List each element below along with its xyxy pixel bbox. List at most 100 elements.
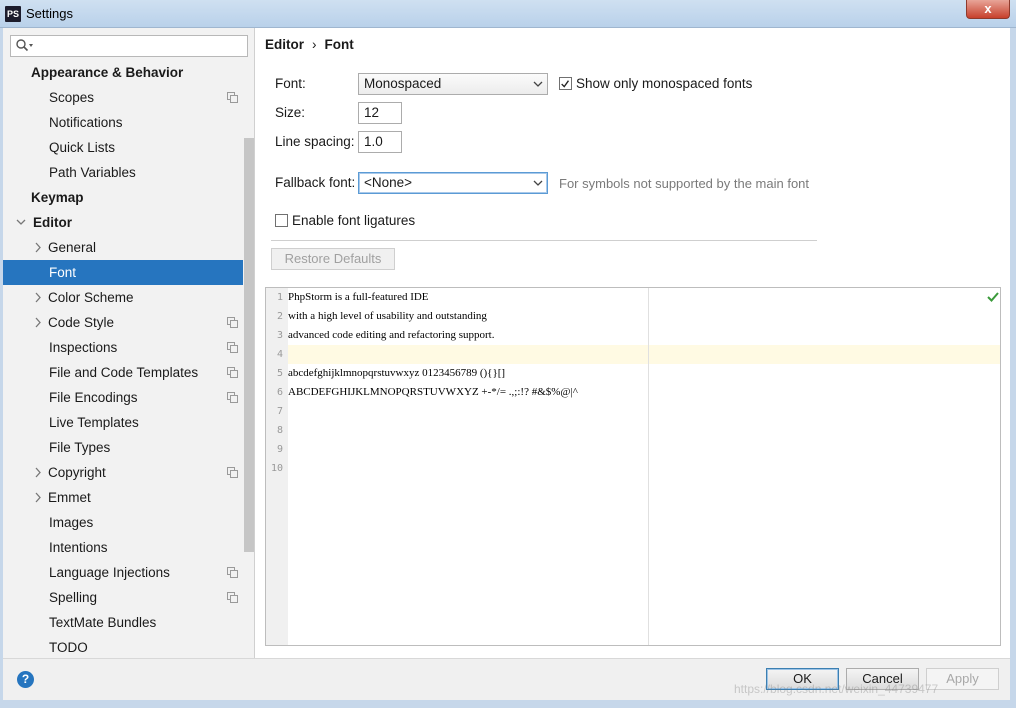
preview-code-text: PhpStorm is a full-featured IDE <box>288 291 429 303</box>
chevron-right-icon[interactable] <box>32 460 44 485</box>
search-icon[interactable] <box>15 38 35 54</box>
preview-line: 6 ABCDEFGHIJKLMNOPQRSTUVWXYZ +-*/= .,;:!?… <box>266 383 1000 402</box>
sidebar-item-label: Live Templates <box>49 415 139 430</box>
line-number: 10 <box>270 463 283 474</box>
breadcrumb-separator: › <box>312 37 317 52</box>
sidebar-item-path-variables[interactable]: Path Variables <box>3 160 243 185</box>
sidebar-item-label: Code Style <box>48 315 115 330</box>
sidebar-item-keymap[interactable]: Keymap <box>3 185 243 210</box>
project-scope-icon <box>227 342 238 353</box>
project-scope-icon <box>227 367 238 378</box>
sidebar-item-quick-lists[interactable]: Quick Lists <box>3 135 243 160</box>
sidebar-item-font[interactable]: Font <box>3 260 243 285</box>
show-monospaced-label[interactable]: Show only monospaced fonts <box>576 76 752 91</box>
settings-tree: Appearance & Behavior Scopes Notifications… <box>3 60 243 660</box>
line-number: 5 <box>276 368 283 379</box>
search-box[interactable] <box>10 35 248 57</box>
sidebar-item-label: File Types <box>49 440 111 455</box>
sidebar-item-copyright[interactable]: Copyright <box>3 460 243 485</box>
sidebar-item-label: Inspections <box>49 340 118 355</box>
sidebar-item-label: Scopes <box>49 90 95 105</box>
chevron-down-icon <box>533 81 543 87</box>
sidebar-item-todo[interactable]: TODO <box>3 635 243 660</box>
font-combobox[interactable]: Monospaced <box>358 73 548 95</box>
sidebar-item-language-injections[interactable]: Language Injections <box>3 560 243 585</box>
preview-code-text: with a high level of usability and outst… <box>288 310 487 322</box>
sidebar-item-label: File Encodings <box>49 390 138 405</box>
line-number: 6 <box>276 387 283 398</box>
title-bar[interactable]: PS Settings x <box>0 0 1016 28</box>
sidebar-item-file-and-code-templates[interactable]: File and Code Templates <box>3 360 243 385</box>
chevron-right-icon[interactable] <box>32 485 44 510</box>
sidebar-item-scopes[interactable]: Scopes <box>3 85 243 110</box>
preview-line: 10 <box>266 459 1000 478</box>
sidebar-item-code-style[interactable]: Code Style <box>3 310 243 335</box>
chevron-right-icon[interactable] <box>32 310 44 335</box>
window-frame-bottom <box>0 700 1016 708</box>
inspection-ok-icon[interactable] <box>986 290 1000 304</box>
font-preview-editor[interactable]: 1 PhpStorm is a full-featured IDE 2 with a … <box>265 287 1001 646</box>
preview-line: 3 advanced code editing and refactoring s… <box>266 326 1000 345</box>
preview-code-text: advanced code editing and refactoring su… <box>288 329 495 341</box>
sidebar-item-notifications[interactable]: Notifications <box>3 110 243 135</box>
sidebar-item-label: Quick Lists <box>49 140 116 155</box>
close-window-button[interactable]: x <box>966 0 1010 19</box>
project-scope-icon <box>227 392 238 403</box>
sidebar-item-color-scheme[interactable]: Color Scheme <box>3 285 243 310</box>
help-button[interactable]: ? <box>17 671 34 688</box>
sidebar-item-label: Font <box>49 265 77 280</box>
size-field[interactable]: 12 <box>358 102 402 124</box>
sidebar-item-appearance-behavior[interactable]: Appearance & Behavior <box>3 60 243 85</box>
font-label: Font: <box>275 76 306 91</box>
line-spacing-field[interactable]: 1.0 <box>358 131 402 153</box>
chevron-right-icon[interactable] <box>32 235 44 260</box>
line-number: 1 <box>276 292 283 303</box>
sidebar-item-general[interactable]: General <box>3 235 243 260</box>
enable-ligatures-label[interactable]: Enable font ligatures <box>292 213 415 228</box>
show-monospaced-checkbox[interactable] <box>559 77 572 90</box>
sidebar-item-live-templates[interactable]: Live Templates <box>3 410 243 435</box>
fallback-font-combobox[interactable]: <None> <box>358 172 548 194</box>
breadcrumb-current: Font <box>324 37 354 52</box>
project-scope-icon <box>227 467 238 478</box>
window-title: Settings <box>26 6 73 21</box>
line-number: 2 <box>276 311 283 322</box>
sidebar-scrollbar[interactable] <box>244 138 254 552</box>
sidebar-item-inspections[interactable]: Inspections <box>3 335 243 360</box>
breadcrumb-parent[interactable]: Editor <box>265 37 304 52</box>
sidebar-item-spelling[interactable]: Spelling <box>3 585 243 610</box>
sidebar-item-label: Emmet <box>48 490 91 505</box>
sidebar-item-emmet[interactable]: Emmet <box>3 485 243 510</box>
sidebar-item-file-encodings[interactable]: File Encodings <box>3 385 243 410</box>
preview-code-text: abcdefghijklmnopqrstuvwxyz 0123456789 ()… <box>288 367 506 379</box>
line-number: 3 <box>276 330 283 341</box>
breadcrumb: Editor › Font <box>265 37 354 52</box>
sidebar-item-label: Color Scheme <box>48 290 134 305</box>
sidebar-item-label: TODO <box>49 640 88 655</box>
chevron-right-icon[interactable] <box>32 285 44 310</box>
preview-line: 1 PhpStorm is a full-featured IDE <box>266 288 1000 307</box>
sidebar-item-label: File and Code Templates <box>49 365 199 380</box>
sidebar-item-textmate-bundles[interactable]: TextMate Bundles <box>3 610 243 635</box>
sidebar-item-images[interactable]: Images <box>3 510 243 535</box>
sidebar-item-label: Appearance & Behavior <box>31 65 184 80</box>
checkmark-icon <box>561 80 570 88</box>
sidebar-item-file-types[interactable]: File Types <box>3 435 243 460</box>
sidebar-item-label: Images <box>49 515 94 530</box>
enable-ligatures-checkbox[interactable] <box>275 214 288 227</box>
fallback-font-value: <None> <box>364 175 413 190</box>
window-frame-right <box>1010 28 1016 708</box>
section-divider <box>271 240 817 241</box>
sidebar-item-label: General <box>48 240 97 255</box>
sidebar-item-label: Notifications <box>49 115 123 130</box>
sidebar-item-label: Path Variables <box>49 165 136 180</box>
chevron-down-icon[interactable] <box>15 210 27 235</box>
restore-defaults-button[interactable]: Restore Defaults <box>271 248 395 270</box>
sidebar-item-label: Language Injections <box>49 565 170 580</box>
preview-line: 7 <box>266 402 1000 421</box>
search-input[interactable] <box>35 37 243 55</box>
sidebar-item-editor[interactable]: Editor <box>3 210 243 235</box>
project-scope-icon <box>227 317 238 328</box>
sidebar-item-intentions[interactable]: Intentions <box>3 535 243 560</box>
preview-line: 2 with a high level of usability and outs… <box>266 307 1000 326</box>
